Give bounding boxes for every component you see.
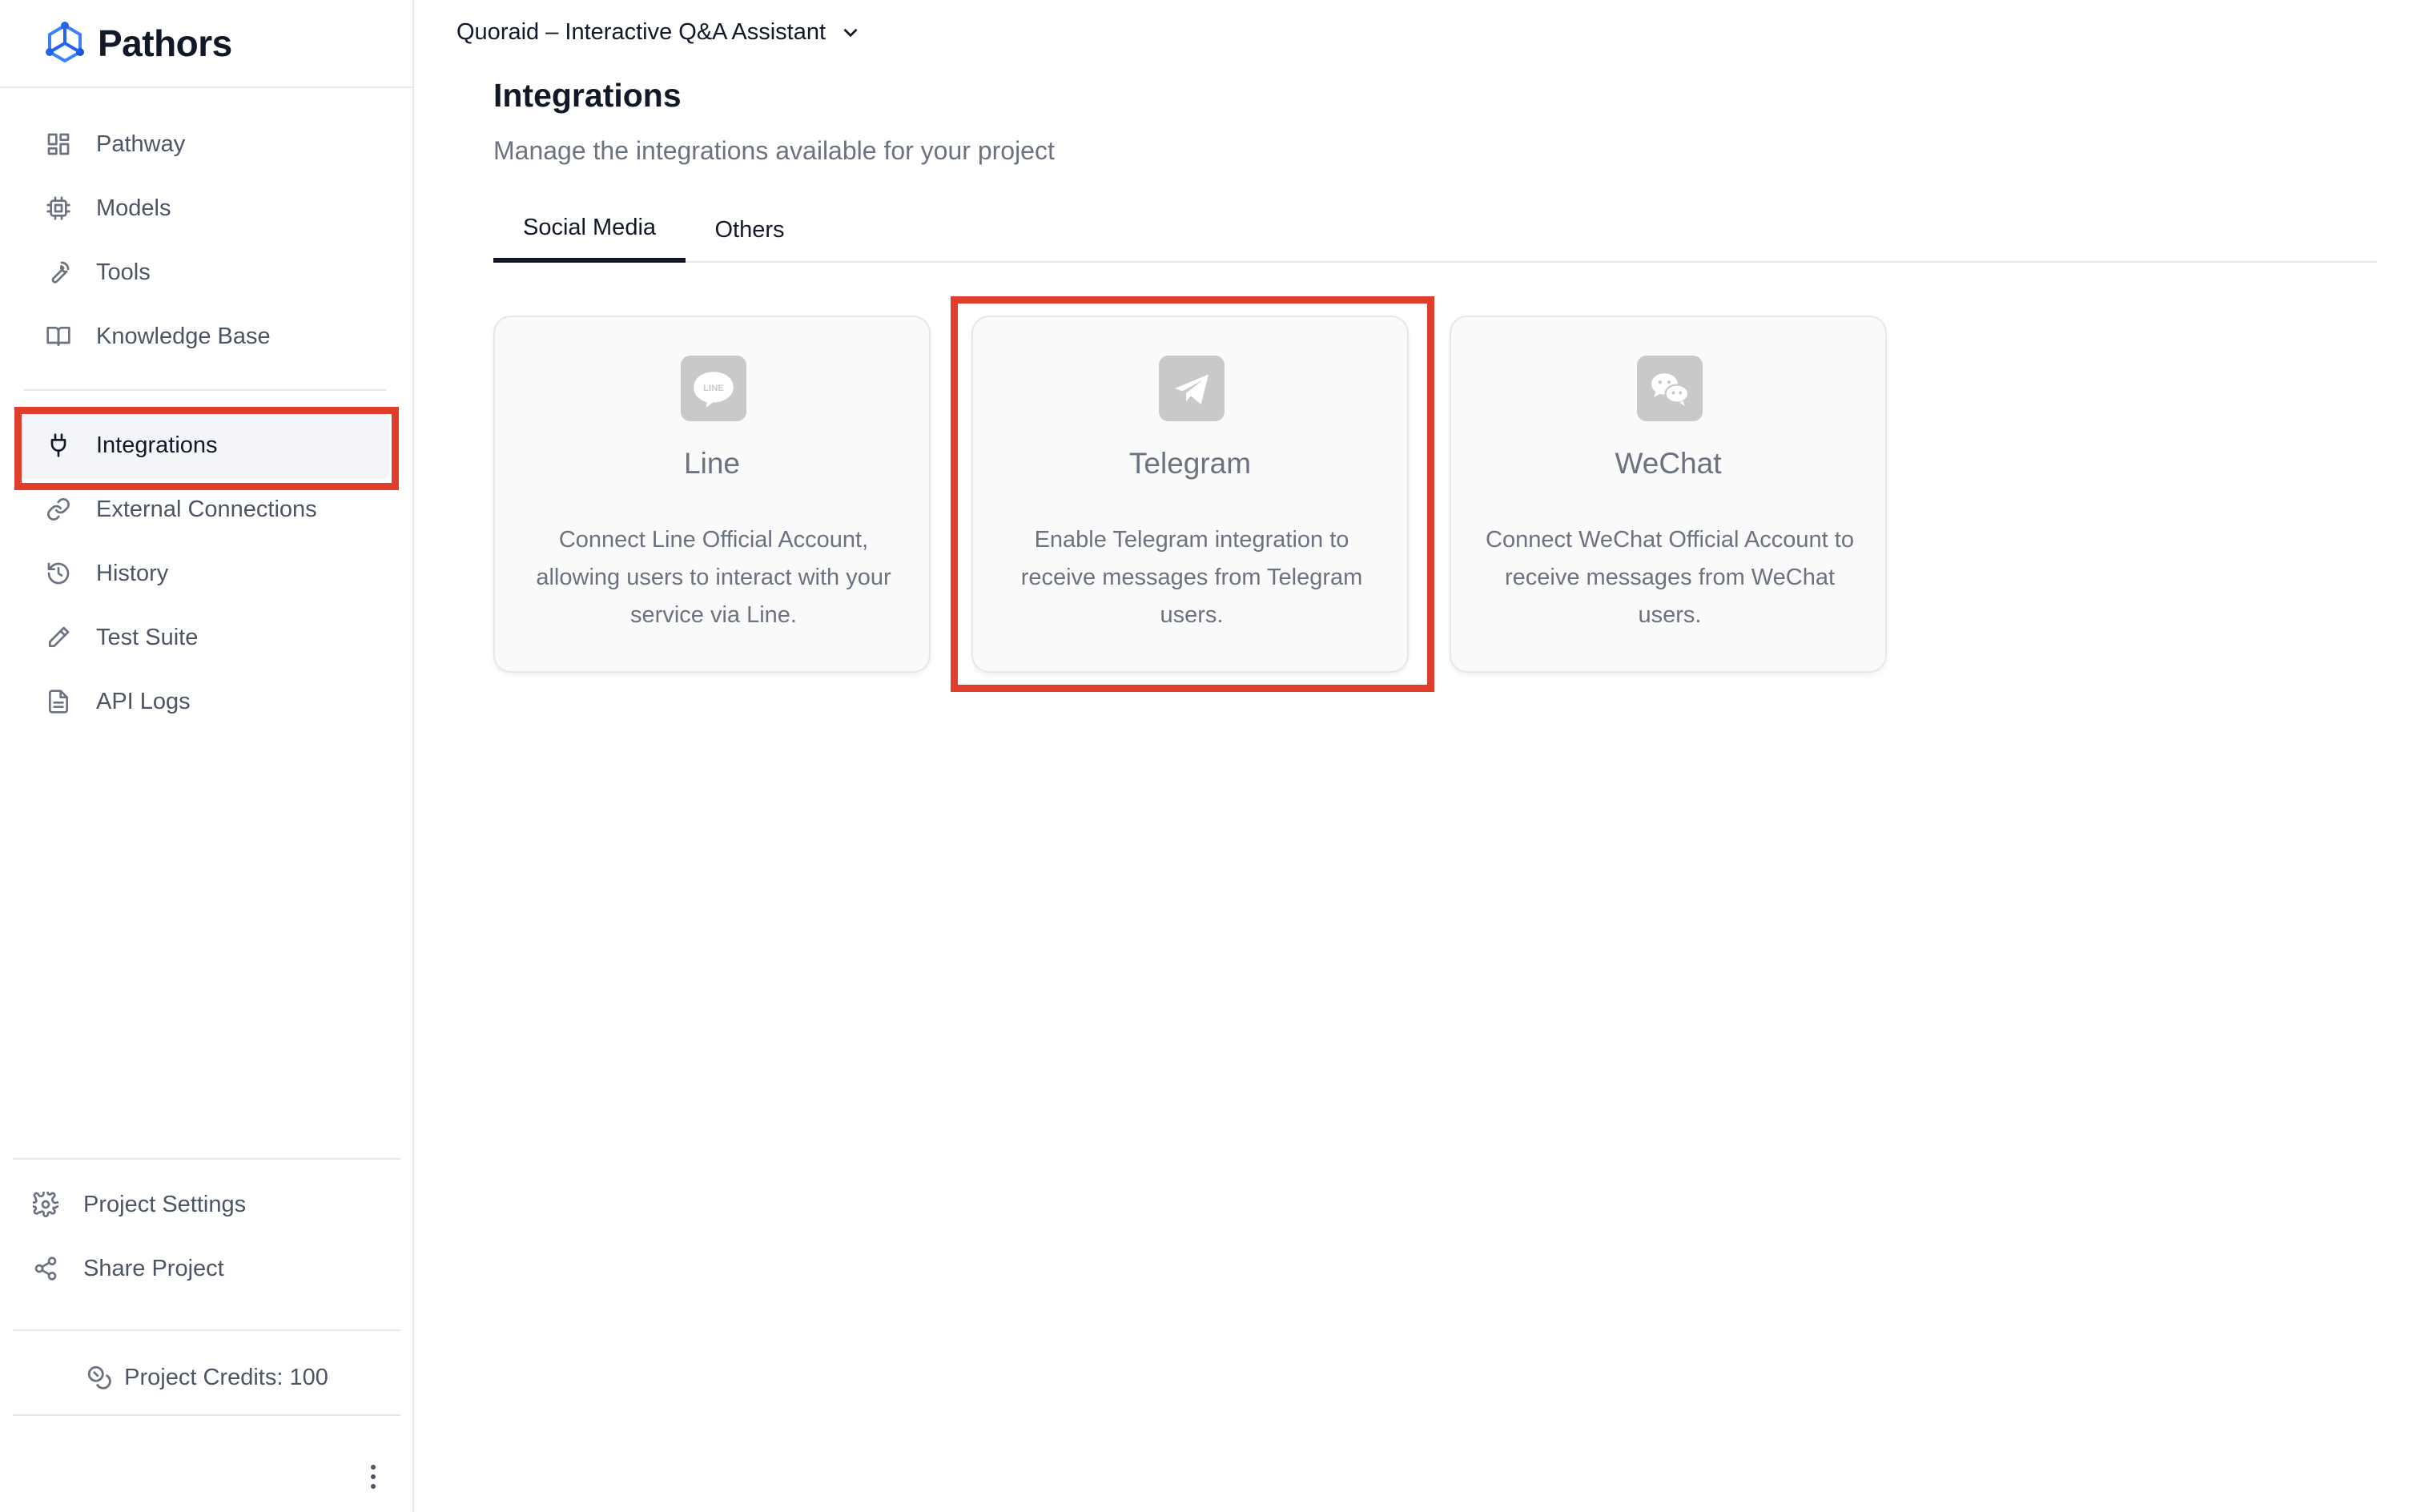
project-credits: Project Credits: 100 xyxy=(0,1345,414,1409)
page-title: Integrations xyxy=(493,77,682,114)
card-title: WeChat xyxy=(1615,447,1722,480)
sidebar-item-label: History xyxy=(96,560,169,586)
book-icon xyxy=(45,323,72,350)
sidebar-item-label: Project Settings xyxy=(83,1191,247,1217)
link-icon xyxy=(45,496,72,523)
integration-card-line[interactable]: LINE Line Connect Line Official Account,… xyxy=(493,316,931,673)
history-icon xyxy=(45,560,72,587)
sidebar-item-share-project[interactable]: Share Project xyxy=(3,1235,376,1302)
sidebar-item-history[interactable]: History xyxy=(16,540,389,607)
wechat-icon xyxy=(1637,356,1703,421)
sidebar-item-test-suite[interactable]: Test Suite xyxy=(16,604,389,671)
integration-card-wechat[interactable]: WeChat Connect WeChat Official Account t… xyxy=(1450,316,1887,673)
card-description: Connect Line Official Account, allowing … xyxy=(536,527,891,628)
sidebar-divider xyxy=(24,389,386,391)
highlight-telegram-card xyxy=(951,296,1434,692)
pathors-logo-icon xyxy=(46,22,84,63)
sidebar-item-label: Tools xyxy=(96,259,151,285)
sidebar-divider xyxy=(13,1414,400,1416)
card-description: Connect WeChat Official Account to recei… xyxy=(1486,527,1854,628)
tab-bar: Social Media Others xyxy=(493,197,2377,263)
line-icon: LINE xyxy=(681,356,746,421)
sidebar-item-label: API Logs xyxy=(96,688,191,714)
sidebar-item-api-logs[interactable]: API Logs xyxy=(16,668,389,735)
sidebar-divider xyxy=(0,86,414,88)
sidebar-item-project-settings[interactable]: Project Settings xyxy=(3,1171,376,1238)
project-name: Quoraid – Interactive Q&A Assistant xyxy=(456,18,826,45)
share-icon xyxy=(32,1255,59,1282)
card-title: Line xyxy=(684,447,740,480)
tab-others[interactable]: Others xyxy=(686,197,814,263)
sidebar-item-knowledge-base[interactable]: Knowledge Base xyxy=(16,303,389,370)
sidebar-item-label: Pathway xyxy=(96,131,186,157)
sidebar-item-models[interactable]: Models xyxy=(16,175,389,242)
sidebar-item-label: External Connections xyxy=(96,496,317,522)
sidebar-item-label: Models xyxy=(96,195,171,221)
tab-social-media[interactable]: Social Media xyxy=(493,197,686,263)
sidebar-item-label: Share Project xyxy=(83,1255,224,1281)
app-name: Pathors xyxy=(98,22,232,64)
svg-text:LINE: LINE xyxy=(703,384,724,393)
pencil-icon xyxy=(45,624,72,651)
sidebar: Pathors Pathway Models Tools Knowledge B… xyxy=(0,0,414,1512)
sidebar-item-label: Knowledge Base xyxy=(96,323,271,349)
sidebar-item-pathway[interactable]: Pathway xyxy=(16,111,389,178)
gear-icon xyxy=(32,1191,59,1218)
chevron-down-icon xyxy=(843,28,858,38)
sidebar-divider xyxy=(13,1329,400,1331)
page-subtitle: Manage the integrations available for yo… xyxy=(493,136,1055,165)
coins-icon xyxy=(87,1365,111,1389)
sidebar-item-tools[interactable]: Tools xyxy=(16,239,389,306)
app-logo[interactable]: Pathors xyxy=(43,19,232,67)
more-options-icon[interactable] xyxy=(364,1459,383,1494)
sidebar-item-label: Test Suite xyxy=(96,624,199,650)
chip-icon xyxy=(45,195,72,222)
highlight-integrations xyxy=(14,407,399,490)
grid-icon xyxy=(45,131,72,158)
document-icon xyxy=(45,688,72,715)
project-switcher[interactable]: Quoraid – Interactive Q&A Assistant xyxy=(456,14,861,50)
wrench-icon xyxy=(45,259,72,286)
sidebar-divider xyxy=(13,1158,400,1160)
credits-label: Project Credits: 100 xyxy=(124,1364,328,1390)
